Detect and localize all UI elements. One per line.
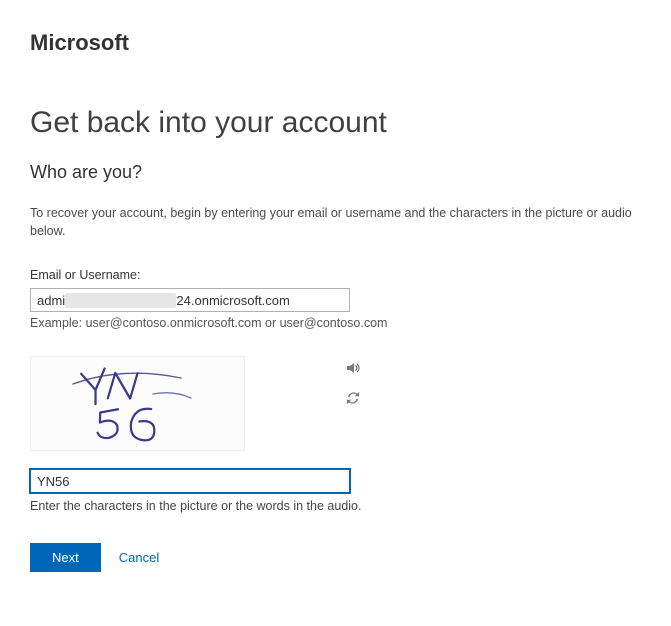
email-example: Example: user@contoso.onmicrosoft.com or… xyxy=(30,316,641,330)
refresh-icon[interactable] xyxy=(345,390,361,406)
captcha-input[interactable] xyxy=(30,469,350,493)
brand-logo: Microsoft xyxy=(30,30,641,56)
captcha-help: Enter the characters in the picture or t… xyxy=(30,499,641,513)
email-label: Email or Username: xyxy=(30,268,641,282)
instructions-text: To recover your account, begin by enteri… xyxy=(30,205,641,240)
captcha-glyphs xyxy=(53,364,223,444)
email-value-prefix: admi xyxy=(37,293,65,308)
email-value-suffix: 24.onmicrosoft.com xyxy=(176,293,289,308)
redacted-segment: nxxxxxxxxxxxxxxxx xyxy=(65,293,176,308)
page-subtitle: Who are you? xyxy=(30,162,641,183)
page-title: Get back into your account xyxy=(30,106,641,140)
captcha-image xyxy=(30,356,245,451)
email-field[interactable]: adminxxxxxxxxxxxxxxxx24.onmicrosoft.com xyxy=(30,288,350,312)
audio-icon[interactable] xyxy=(345,360,361,376)
next-button[interactable]: Next xyxy=(30,543,101,572)
cancel-link[interactable]: Cancel xyxy=(119,550,159,565)
